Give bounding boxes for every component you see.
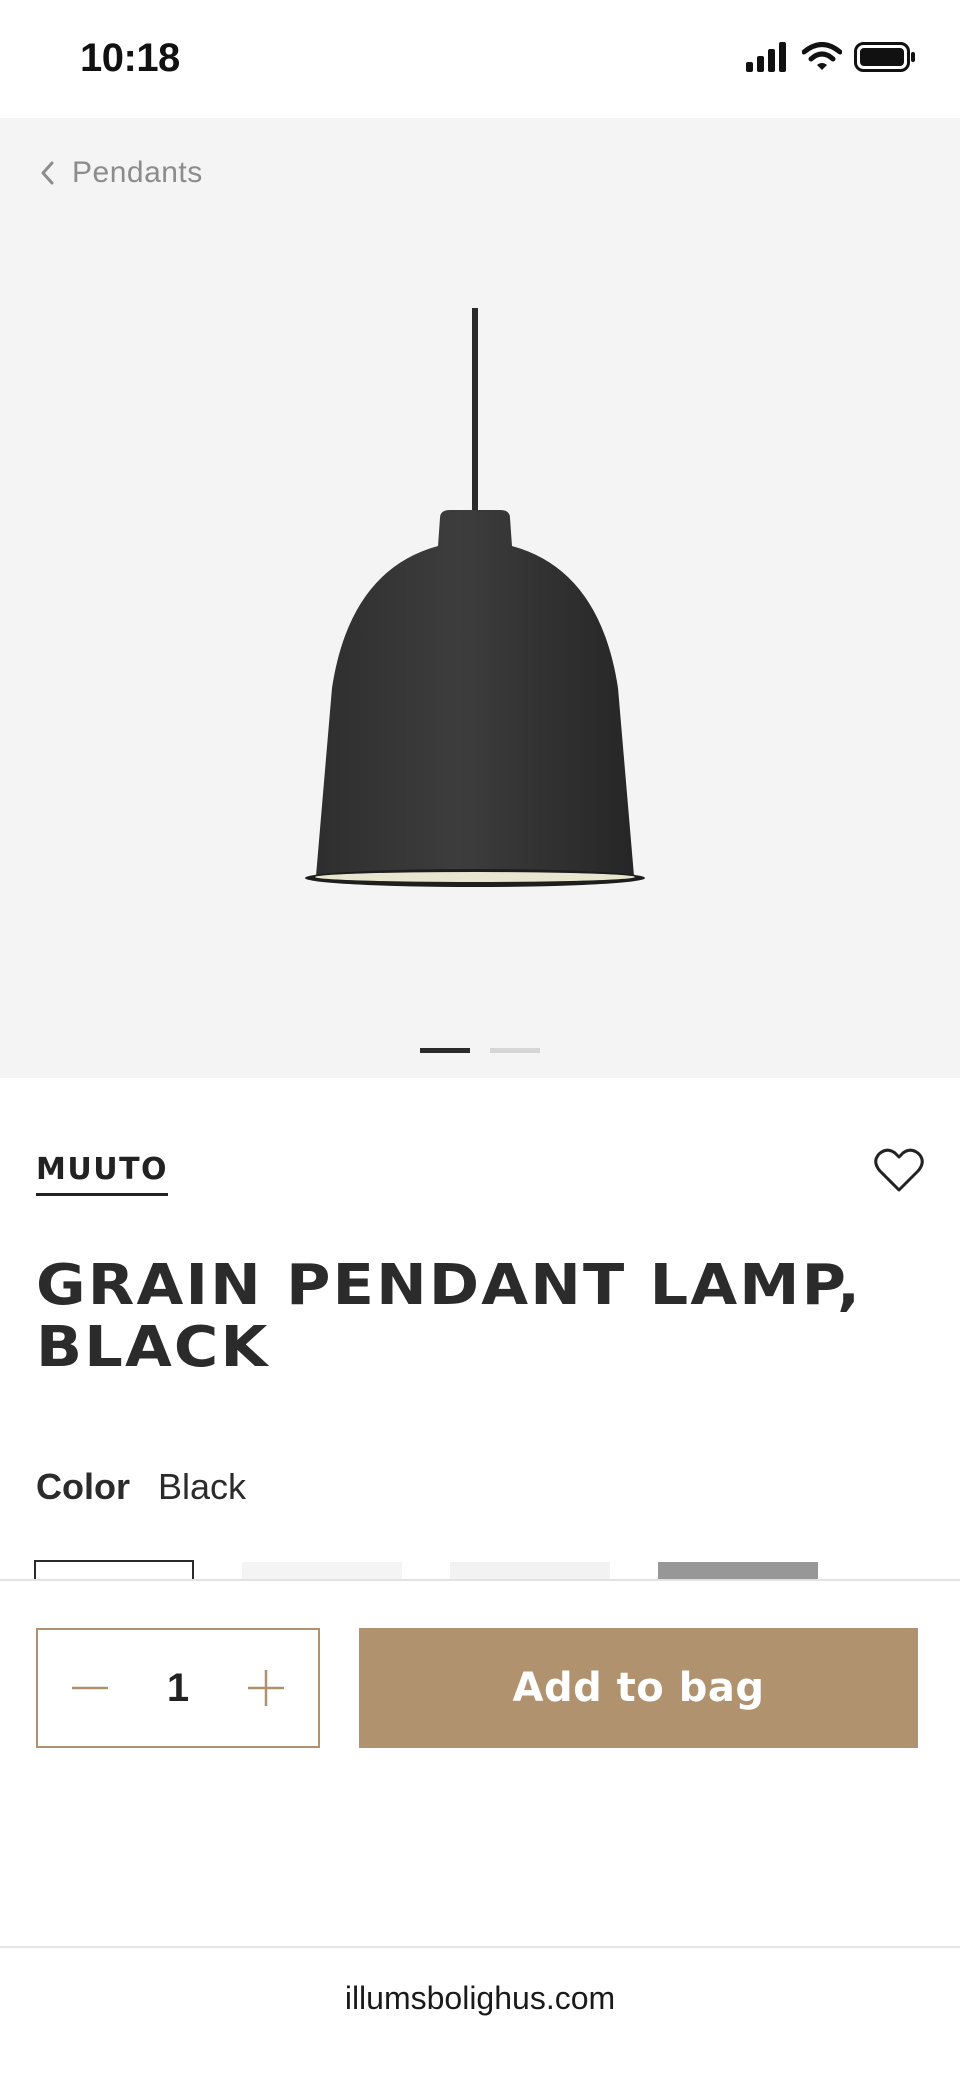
carousel-dot-2[interactable] [490,1048,540,1053]
carousel-indicators [0,1048,960,1053]
quantity-value: 1 [166,1665,190,1710]
color-swatch-light-grey[interactable] [450,1562,610,1580]
product-image-gallery[interactable]: Pendants [0,118,960,1078]
add-to-bag-button[interactable]: Add to bag [359,1628,918,1748]
product-title: GRAIN PENDANT LAMP, BLACK [36,1253,863,1380]
status-icons [746,42,916,72]
url-text: illumsbolighus.com [344,1980,616,2016]
browser-url-bar[interactable]: illumsbolighus.com [0,1946,960,2078]
color-swatch-black[interactable] [34,1560,194,1580]
decrease-quantity-button[interactable] [70,1668,110,1708]
status-time: 10:18 [80,36,180,80]
color-swatch-white[interactable] [242,1562,402,1580]
back-link-label: Pendants [72,156,203,189]
color-value: Black [158,1466,247,1507]
chevron-left-icon [41,161,54,185]
color-row: Color Black [36,1466,246,1508]
status-bar: 10:18 [0,0,960,118]
color-label: Color [36,1466,130,1507]
increase-quantity-button[interactable] [246,1668,286,1708]
color-swatch-grey[interactable] [658,1562,818,1580]
heart-icon[interactable] [874,1148,924,1194]
carousel-dot-1[interactable] [420,1048,470,1053]
cellular-signal-icon [746,42,786,72]
plus-icon [248,1670,284,1706]
color-swatches [34,1560,934,1580]
brand-link[interactable]: MUUTO [36,1152,169,1196]
wifi-icon [802,42,842,70]
quantity-stepper: 1 [36,1628,320,1748]
add-to-bag-bar: 1 Add to bag [0,1579,960,1999]
pendant-lamp-image [305,308,645,887]
back-link[interactable]: Pendants [38,156,203,190]
battery-icon [854,42,915,72]
minus-icon [72,1686,108,1690]
